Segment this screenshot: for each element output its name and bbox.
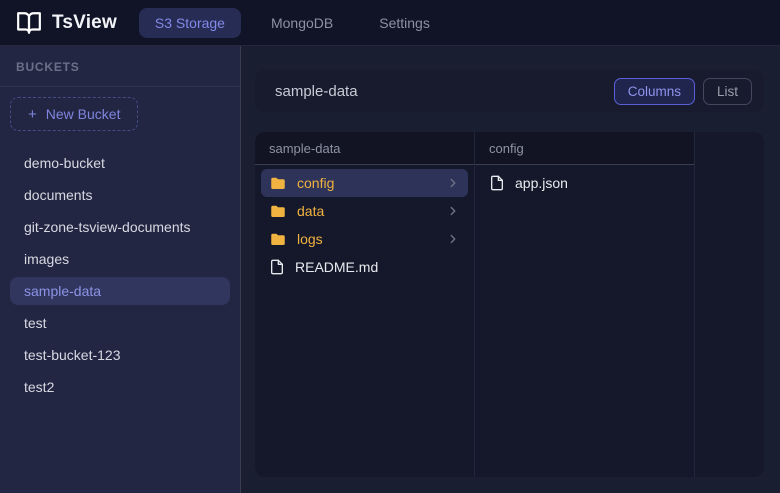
column-header: sample-data [255,132,474,165]
tab-s3-storage[interactable]: S3 Storage [139,8,241,38]
file-icon [489,175,505,191]
file-row-config[interactable]: config [261,169,468,197]
file-columns-panel: sample-dataconfigdatalogsREADME.mdconfig… [255,132,764,477]
sidebar: BUCKETS + New Bucket demo-bucket document… [0,46,241,493]
folder-icon [269,202,287,220]
bucket-item-sample-data[interactable]: sample-data [10,277,230,305]
bucket-item-test[interactable]: test [10,309,230,337]
chevron-right-icon [446,204,460,218]
chevron-right-icon [446,176,460,190]
file-row-app-json[interactable]: app.json [481,169,688,197]
chevron-right-icon [446,232,460,246]
bucket-item-demo-bucket[interactable]: demo-bucket [10,149,230,177]
folder-icon [269,230,287,248]
main-area: sample-data ColumnsList sample-dataconfi… [241,46,780,493]
tab-settings[interactable]: Settings [363,8,446,38]
new-bucket-label: New Bucket [46,106,121,122]
file-row-label: logs [297,231,436,247]
app-title: TsView [52,12,117,34]
bucket-list: demo-bucket documents git-zone-tsview-docu… [10,149,230,401]
new-bucket-button[interactable]: + New Bucket [10,97,138,131]
bucket-item-test-bucket-123[interactable]: test-bucket-123 [10,341,230,369]
file-row-label: README.md [295,259,460,275]
bucket-header-bar: sample-data Columns List [255,70,764,112]
bucket-item-images[interactable]: images [10,245,230,273]
column-body: app.json [475,165,694,201]
file-row-logs[interactable]: logs [261,225,468,253]
buckets-section-header: BUCKETS [0,46,240,87]
view-columns-button[interactable]: Columns [614,78,695,105]
content-area: BUCKETS + New Bucket demo-bucket document… [0,46,780,493]
bucket-item-test2[interactable]: test2 [10,373,230,401]
plus-icon: + [28,107,37,122]
file-row-data[interactable]: data [261,197,468,225]
file-row-label: data [297,203,436,219]
top-navbar: TsView S3 Storage MongoDB Settings [0,0,780,46]
app-window: TsView S3 Storage MongoDB Settings BUCKETS… [0,0,780,493]
folder-icon [269,174,287,192]
navbar-tabs: S3 Storage MongoDB Settings [139,8,446,38]
file-column-sample-data: sample-data config data logs README.md [255,132,475,477]
bucket-item-git-zone-tsview-documents[interactable]: git-zone-tsview-documents [10,213,230,241]
file-row-label: app.json [515,175,680,191]
current-bucket-title: sample-data [275,83,358,100]
file-icon [269,259,285,275]
column-body: config data logs README.md [255,165,474,285]
view-list-button[interactable]: List [703,78,752,105]
bucket-item-documents[interactable]: documents [10,181,230,209]
book-open-icon [16,10,42,36]
column-header: config [475,132,694,165]
app-brand: TsView [16,10,117,36]
sidebar-body: + New Bucket demo-bucket documents git-zon… [0,87,240,405]
file-row-label: config [297,175,436,191]
view-toggle: Columns List [614,78,752,105]
tab-mongodb[interactable]: MongoDB [255,8,349,38]
file-column-config: config app.json [475,132,695,477]
file-row-readme-md[interactable]: README.md [261,253,468,281]
